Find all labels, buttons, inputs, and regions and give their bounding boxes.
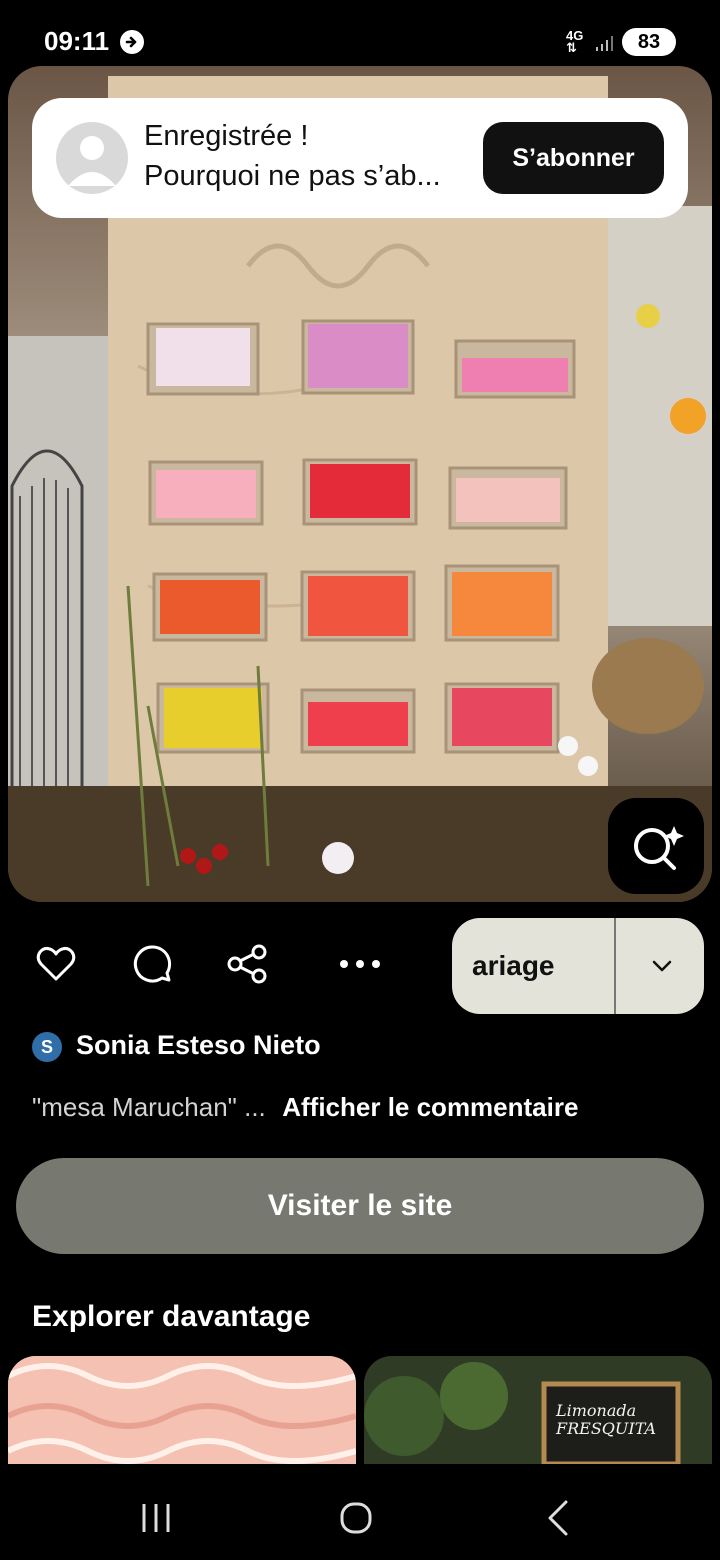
pin-actions: ariage xyxy=(0,914,720,1018)
visual-search-button[interactable] xyxy=(608,798,704,894)
battery-indicator: 83 xyxy=(622,28,676,56)
saved-toast: Enregistrée ! Pourquoi ne pas s’ab... S’… xyxy=(32,98,688,218)
toast-message: Pourquoi ne pas s’ab... xyxy=(144,160,441,192)
subscribe-button[interactable]: S’abonner xyxy=(483,122,664,194)
heart-icon[interactable] xyxy=(34,942,78,986)
chevron-down-icon[interactable] xyxy=(650,954,674,978)
home-icon[interactable] xyxy=(336,1498,376,1538)
visit-site-button[interactable]: Visiter le site xyxy=(16,1158,704,1254)
comment-text: "mesa Maruchan" ... xyxy=(32,1092,266,1122)
explore-thumb-2[interactable]: Limonada FRESQUITA xyxy=(364,1356,712,1464)
status-bar: 09:11 4G ⇅ 83 xyxy=(0,0,720,72)
recent-apps-icon[interactable] xyxy=(136,1498,176,1538)
navigation-notification-icon xyxy=(120,30,144,54)
share-icon[interactable] xyxy=(225,942,269,986)
clock: 09:11 xyxy=(44,26,110,56)
board-selector[interactable]: ariage xyxy=(452,918,704,1014)
network-type: 4G ⇅ xyxy=(566,28,584,55)
author-avatar[interactable]: S xyxy=(32,1032,62,1062)
show-comment-link[interactable]: Afficher le commentaire xyxy=(282,1092,578,1122)
comment-icon[interactable] xyxy=(130,942,174,986)
toast-title: Enregistrée ! xyxy=(144,120,309,152)
board-divider xyxy=(614,918,616,1014)
chalkboard-text: Limonada FRESQUITA xyxy=(556,1401,657,1438)
back-icon[interactable] xyxy=(540,1498,580,1538)
visual-search-icon xyxy=(634,826,684,870)
rose-petals-image xyxy=(8,1356,356,1464)
explore-title: Explorer davantage xyxy=(32,1300,311,1333)
system-nav-bar xyxy=(0,1464,720,1560)
signal-icon xyxy=(596,36,613,51)
avatar xyxy=(56,122,128,194)
author-row[interactable]: S Sonia Esteso Nieto xyxy=(32,1030,532,1064)
author-name[interactable]: Sonia Esteso Nieto xyxy=(76,1030,321,1061)
comment-preview: "mesa Maruchan" ... Afficher le commenta… xyxy=(32,1092,692,1128)
more-icon[interactable] xyxy=(336,942,384,986)
explore-thumb-1[interactable] xyxy=(8,1356,356,1464)
board-name[interactable]: ariage xyxy=(472,918,612,1014)
